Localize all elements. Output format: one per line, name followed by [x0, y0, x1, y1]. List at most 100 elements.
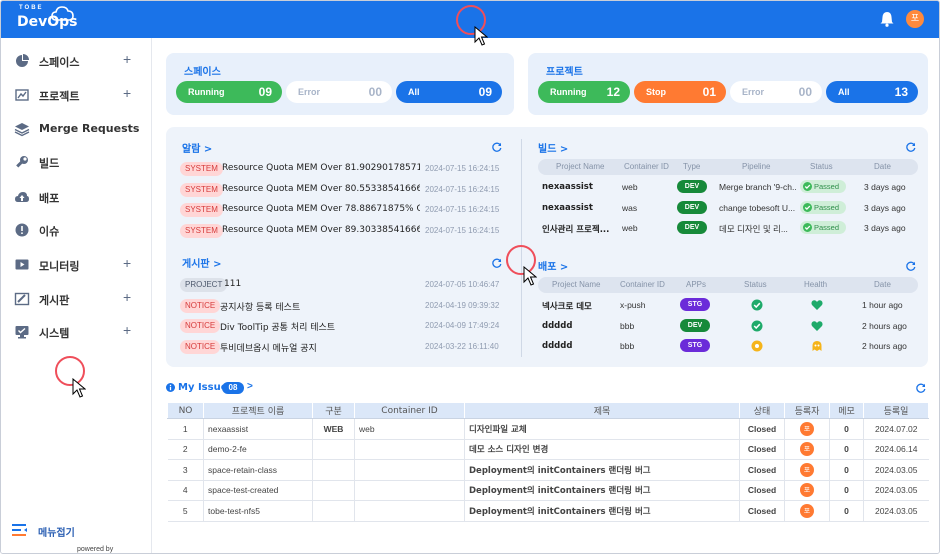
board-message[interactable]: 공지사항 등록 테스트 — [220, 300, 420, 313]
issue-title-link[interactable]: Deployment의 initContainers 랜더링 버그 — [464, 459, 740, 481]
board-refresh-icon[interactable] — [492, 258, 502, 268]
issue-title-link[interactable]: 데모 소스 디자인 변경 — [464, 439, 740, 460]
deploy-refresh-icon[interactable] — [906, 261, 916, 271]
board-row[interactable]: NOTICE Div ToolTip 공통 처리 테스트 2024-04-09 17… — [180, 319, 510, 335]
sidebar-item-8[interactable]: 시스템 + — [1, 320, 152, 344]
alarm-message[interactable]: Resource Quota MEM Over 89.3033854166666… — [222, 225, 420, 235]
issue-row[interactable]: 5 tobe-test-nfs5 Deployment의 initContainer… — [167, 500, 929, 522]
build-col-header: Project Name — [556, 162, 605, 171]
alarm-title-link[interactable]: 알람 > — [182, 140, 212, 155]
board-title-link[interactable]: 게시판 > — [182, 255, 221, 270]
projects-stop-pill[interactable]: Stop 01 — [634, 81, 726, 103]
sidebar-item-6[interactable]: 모니터링 + — [1, 253, 152, 277]
registrant-avatar: 포 — [800, 483, 814, 498]
deploy-project-name: ddddd — [542, 320, 573, 331]
my-issue-header[interactable]: My Issue 08 > — [166, 381, 286, 396]
board-row[interactable]: NOTICE 투비데브옵시 메뉴얼 공지 2024-03-22 16:11:40 — [180, 339, 510, 356]
board-message[interactable]: 111 — [224, 279, 420, 289]
deploy-row[interactable]: ddddd bbb DEV 2 hours ago — [538, 316, 918, 336]
sidebar-item-1[interactable]: 프로젝트 + — [1, 83, 152, 107]
user-avatar[interactable]: 포 — [906, 10, 924, 28]
spaces-error-pill[interactable]: Error 00 — [286, 81, 392, 103]
build-title-link[interactable]: 빌드 > — [538, 140, 568, 155]
issue-col-header[interactable]: 등록자 — [784, 402, 830, 419]
sidebar-expand-plus-icon[interactable]: + — [123, 51, 131, 67]
spaces-all-pill[interactable]: All 09 — [396, 81, 502, 103]
board-row[interactable]: PROJECT 111 2024-07-05 10:46:47 — [180, 278, 510, 294]
tobe-devops-logo[interactable]: TOBE DevOps — [15, 5, 78, 35]
alarm-row[interactable]: SYSTEM Resource Quota MEM Over 89.3033854… — [180, 223, 510, 240]
build-project-name: nexaassist — [542, 182, 593, 192]
build-row[interactable]: nexaassist was DEV change tobesoft U... Pass… — [538, 198, 918, 218]
build-pipeline[interactable]: 데모 디자인 및 리... — [719, 223, 797, 235]
build-refresh-icon[interactable] — [906, 142, 916, 152]
issue-col-header[interactable]: NO — [167, 402, 204, 419]
issue-title-link[interactable]: Deployment의 initContainers 랜더링 버그 — [464, 500, 740, 522]
deploy-project-name: 넥사크로 데모 — [542, 302, 592, 312]
issue-col-header[interactable]: 제목 — [464, 402, 740, 419]
sidebar-expand-plus-icon[interactable]: + — [123, 85, 131, 101]
issue-col-header[interactable]: 메모 — [829, 402, 864, 419]
issue-col-header[interactable]: 프로젝트 이름 — [203, 402, 313, 419]
issue-memo-count[interactable]: 0 — [829, 500, 864, 522]
deploy-row[interactable]: ddddd bbb STG 2 hours ago — [538, 336, 918, 356]
issue-memo-count[interactable]: 0 — [829, 439, 864, 460]
build-container-id: web — [622, 182, 638, 192]
sidebar-item-label: 스페이스 — [39, 56, 80, 69]
issue-col-header[interactable]: 상태 — [739, 402, 785, 419]
bell-icon[interactable] — [879, 11, 895, 27]
issue-row[interactable]: 4 space-test-created Deployment의 initConta… — [167, 480, 929, 501]
issue-row[interactable]: 1 nexaassist WEB web 디자인파일 교체 Closed 포 0 2024.07… — [167, 418, 929, 440]
build-row[interactable]: 인사관리 프로젝... web DEV 데모 디자인 및 리... Passed 3 da… — [538, 218, 918, 238]
alarm-message[interactable]: Resource Quota MEM Over 78.88671875% On … — [222, 204, 420, 214]
sidebar-expand-plus-icon[interactable]: + — [123, 255, 131, 271]
sidebar-item-2[interactable]: Merge Requests — [1, 117, 152, 141]
alarm-row[interactable]: SYSTEM Resource Quota MEM Over 78.8867187… — [180, 203, 510, 219]
sidebar-item-3[interactable]: 빌드 — [1, 150, 152, 174]
alarm-row[interactable]: SYSTEM Resource Quota MEM Over 80.5533854… — [180, 182, 510, 199]
menu-fold-button[interactable]: 메뉴접기 — [12, 522, 112, 539]
projects-error-pill[interactable]: Error 00 — [730, 81, 822, 103]
sidebar-expand-plus-icon[interactable]: + — [123, 289, 131, 305]
build-row[interactable]: nexaassist web DEV Merge branch '9-ch... Pas… — [538, 177, 918, 197]
build-status-label: Passed — [814, 182, 840, 191]
issue-memo-count[interactable]: 0 — [829, 480, 864, 501]
board-message[interactable]: Div ToolTip 공통 처리 테스트 — [220, 320, 420, 333]
board-message[interactable]: 투비데브옵시 메뉴얼 공지 — [220, 341, 420, 354]
issue-project: demo-2-fe — [203, 439, 313, 460]
issue-memo-count[interactable]: 0 — [829, 459, 864, 481]
deploy-row[interactable]: 넥사크로 데모 x-push STG 1 hour ago — [538, 295, 918, 315]
issue-row[interactable]: 3 space-retain-class Deployment의 initConta… — [167, 459, 929, 481]
sidebar-item-4[interactable]: 배포 — [1, 185, 152, 209]
issue-col-header[interactable]: 구분 — [312, 402, 355, 419]
alarm-refresh-icon[interactable] — [492, 142, 502, 152]
issue-no: 4 — [167, 480, 204, 501]
sidebar-item-0[interactable]: 스페이스 + — [1, 49, 152, 73]
sidebar-expand-plus-icon[interactable]: + — [123, 322, 131, 338]
deploy-title-link[interactable]: 배포 > — [538, 258, 568, 273]
alarm-message[interactable]: Resource Quota MEM Over 80.5533854166666… — [222, 184, 420, 194]
issue-col-header[interactable]: Container ID — [354, 402, 465, 419]
issue-title-link[interactable]: 디자인파일 교체 — [464, 418, 740, 440]
alarm-row[interactable]: SYSTEM Resource Quota MEM Over 81.9029017… — [180, 162, 510, 178]
issue-row[interactable]: 2 demo-2-fe 데모 소스 디자인 변경 Closed 포 0 2024.06.14 — [167, 439, 929, 460]
issue-col-header[interactable]: 등록일 — [863, 402, 929, 419]
board-row[interactable]: NOTICE 공지사항 등록 테스트 2024-04-19 09:39:32 — [180, 298, 510, 315]
info-icon — [166, 383, 175, 392]
sidebar-item-5[interactable]: 이슈 — [1, 218, 152, 242]
spaces-title: 스페이스 — [184, 67, 221, 78]
issue-memo-count[interactable]: 0 — [829, 418, 864, 440]
issue-no: 5 — [167, 500, 204, 522]
build-pipeline[interactable]: Merge branch '9-ch... — [719, 182, 797, 192]
issue-title-link[interactable]: Deployment의 initContainers 랜더링 버그 — [464, 480, 740, 501]
issue-project: nexaassist — [203, 418, 313, 440]
projects-stop-value: 01 — [702, 85, 716, 99]
projects-running-pill[interactable]: Running 12 — [538, 81, 630, 103]
sidebar-item-7[interactable]: 게시판 + — [1, 287, 152, 311]
projects-all-pill[interactable]: All 13 — [826, 81, 918, 103]
build-pipeline[interactable]: change tobesoft U... — [719, 203, 797, 213]
alarm-message[interactable]: Resource Quota MEM Over 81.9029017857142… — [222, 163, 420, 173]
issue-refresh-icon[interactable] — [916, 383, 926, 393]
board-date: 2024-04-19 09:39:32 — [425, 300, 500, 310]
spaces-running-pill[interactable]: Running 09 — [176, 81, 282, 103]
